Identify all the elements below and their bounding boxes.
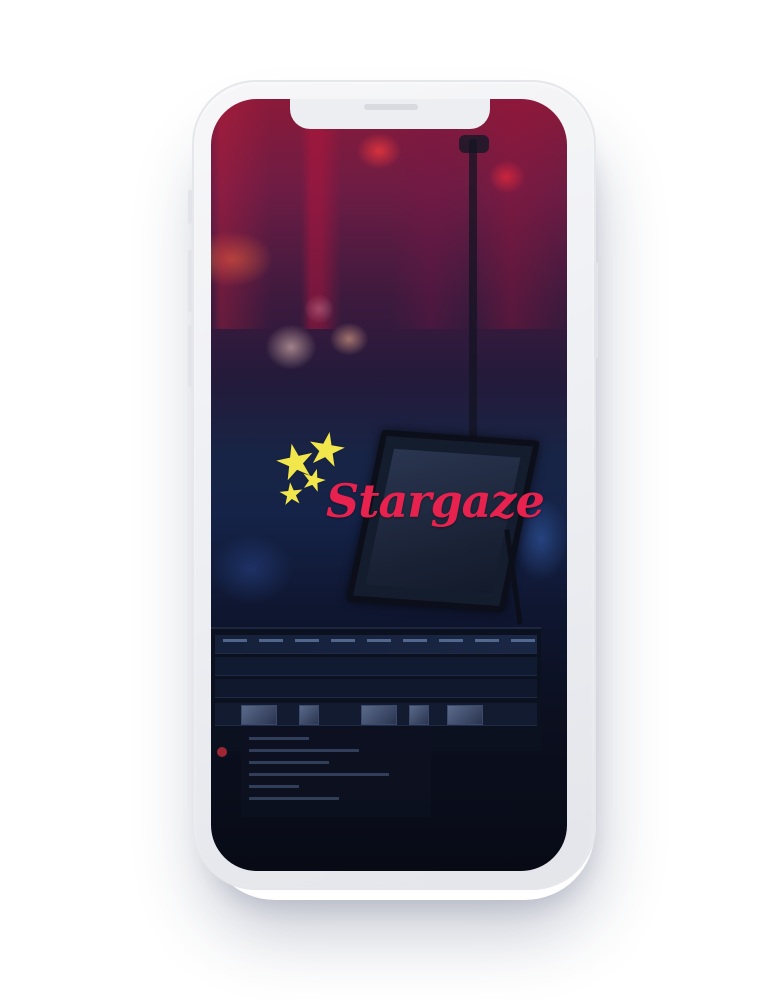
console-thumbnail bbox=[409, 705, 429, 725]
volume-up-button bbox=[188, 250, 192, 312]
console-thumbnail bbox=[361, 705, 397, 725]
volume-down-button bbox=[188, 325, 192, 387]
console-thumbnail bbox=[299, 705, 319, 725]
console-row bbox=[215, 679, 537, 698]
earpiece-speaker bbox=[364, 104, 418, 110]
console-thumbnail bbox=[241, 705, 277, 725]
background-console-panel bbox=[241, 727, 431, 817]
mockup-stage: ★ ★ ★ ★ Stargaze bbox=[0, 0, 783, 1000]
console-row bbox=[215, 657, 537, 676]
console-row bbox=[215, 635, 537, 654]
silent-switch bbox=[188, 190, 192, 224]
background-light bbox=[217, 747, 227, 757]
app-logo: ★ ★ ★ ★ Stargaze bbox=[269, 419, 545, 542]
brand-wordmark: Stargaze bbox=[326, 474, 545, 528]
console-thumbnail bbox=[447, 705, 483, 725]
power-button bbox=[594, 262, 598, 358]
